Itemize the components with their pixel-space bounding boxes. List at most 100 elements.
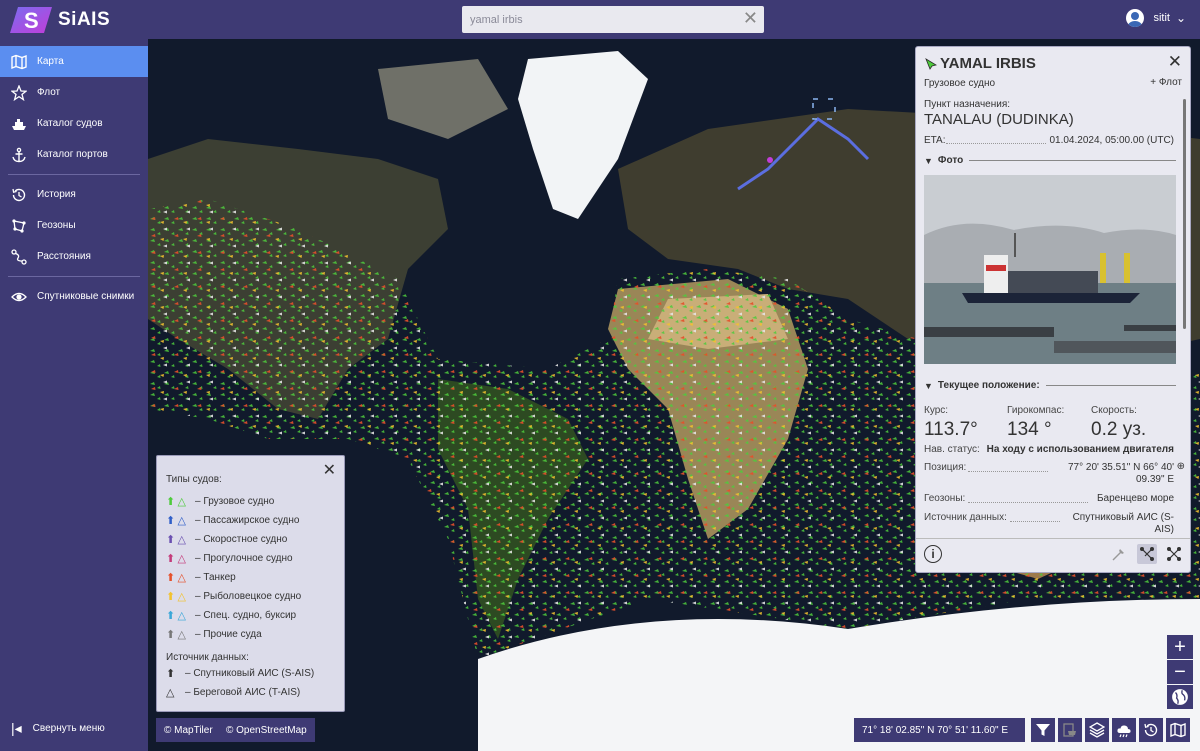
legend-label: – Рыболовецкое судно — [195, 590, 302, 602]
sidebar-item-label: Карта — [37, 56, 64, 67]
attribution-text: © OpenStreetMap — [226, 724, 307, 736]
vessel-photo[interactable] — [924, 175, 1176, 364]
legend-row: ⬆ △ – Пассажирское судно — [166, 513, 299, 527]
position-value-1: 77° 20' 35.51" N 66° 40' — [1068, 462, 1174, 473]
info-icon[interactable]: i — [924, 545, 942, 563]
destination-value: TANALAU (DUDINKA) — [924, 111, 1074, 128]
position-section-header[interactable]: ▼ Текущее положение: — [924, 380, 1176, 391]
track-points-icon — [1140, 547, 1154, 561]
sidebar-item-label: Расстояния — [37, 251, 91, 262]
app-name: SiAIS — [58, 8, 111, 30]
position-label: Позиция: — [924, 462, 967, 473]
sidebar-item-history[interactable]: История — [0, 179, 148, 210]
legend-label: – Спутниковый АИС (S-AIS) — [185, 667, 315, 679]
close-icon[interactable]: ✕ — [743, 8, 758, 29]
logo-icon: S — [10, 6, 52, 33]
user-name: sitit — [1153, 12, 1170, 24]
data-source-value-2: AIS) — [1154, 524, 1174, 535]
vessel-list-button[interactable] — [1058, 718, 1082, 742]
data-source-label: Источник данных: — [924, 512, 1007, 523]
history-icon — [12, 188, 26, 201]
legend-row: ⬆ △ – Скоростное судно — [166, 532, 287, 546]
chevron-down-icon: ⌄ — [1175, 11, 1186, 25]
sidebar-item-ship-catalog[interactable]: Каталог судов — [0, 108, 148, 139]
satellite-ais-icon: ⬆ — [166, 667, 176, 680]
avatar-icon — [1126, 9, 1145, 27]
legend-row: ⬆ △ – Рыболовецкое судно — [166, 589, 301, 603]
sidebar-item-geozones[interactable]: Геозоны — [0, 210, 148, 241]
user-menu[interactable]: sitit ⌄ — [1126, 9, 1186, 27]
show-track-button[interactable] — [1137, 544, 1157, 564]
route-button[interactable] — [1164, 544, 1184, 564]
highspeed-ship-icon: ⬆ △ — [166, 533, 186, 546]
history-button[interactable] — [1139, 718, 1163, 742]
tanker-icon: ⬆ △ — [166, 571, 186, 584]
geozone-value: Баренцево море — [1096, 493, 1174, 504]
sidebar-item-label: История — [37, 189, 76, 200]
divider — [8, 174, 140, 175]
speed-label: Скорость: — [1091, 405, 1137, 416]
sidebar-item-label: Флот — [37, 87, 61, 98]
crosshair-icon[interactable]: ⊕ — [1177, 461, 1185, 472]
vessel-type-legend: ✕ Типы судов: ⬆ △ – Грузовое судно ⬆ △ – П… — [156, 455, 345, 712]
close-icon[interactable]: ✕ — [323, 460, 336, 480]
collapse-menu-button[interactable]: |◂ Свернуть меню — [11, 720, 105, 737]
legend-label: – Скоростное судно — [195, 533, 288, 545]
track-point — [767, 157, 773, 163]
layers-button[interactable] — [1085, 718, 1109, 742]
section-title: Текущее положение: — [937, 380, 1040, 391]
vessel-info-panel: YAMAL IRBIS ✕ Грузовое судно + Флот Пунк… — [915, 46, 1191, 573]
legend-title: Типы судов: — [166, 474, 222, 485]
legend-label: – Прочие суда — [195, 628, 262, 640]
cursor-coordinates: 71° 18' 02.85" N 70° 51' 11.60" E — [854, 718, 1025, 742]
track-button[interactable] — [1109, 544, 1129, 564]
sidebar-item-fleet[interactable]: Флот — [0, 77, 148, 108]
geozone-icon — [12, 218, 26, 233]
chevron-down-icon: ▼ — [924, 380, 933, 391]
gyro-value: 134 ° — [1007, 419, 1052, 440]
legend-label: – Береговой АИС (T-AIS) — [185, 686, 301, 698]
geozone-label: Геозоны: — [924, 493, 966, 504]
sidebar-item-satellite[interactable]: Спутниковые снимки — [0, 281, 148, 312]
pleasure-ship-icon: ⬆ △ — [166, 552, 186, 565]
nav-status-label: Нав. статус: — [924, 444, 980, 455]
sidebar-item-map[interactable]: Карта — [0, 46, 148, 77]
history-icon — [1144, 723, 1158, 737]
app-logo[interactable]: S SiAIS — [10, 6, 111, 33]
tug-icon: ⬆ △ — [166, 609, 186, 622]
osm-attribution[interactable]: © OpenStreetMap — [218, 718, 315, 742]
sidebar-item-port-catalog[interactable]: Каталог портов — [0, 139, 148, 170]
legend-row: ⬆ △ – Спец. судно, буксир — [166, 608, 296, 622]
collapse-label: Свернуть меню — [32, 723, 105, 734]
filter-button[interactable] — [1031, 718, 1055, 742]
eye-icon — [11, 292, 27, 301]
panel-scrollbar[interactable] — [1183, 99, 1186, 329]
globe-button[interactable] — [1167, 685, 1193, 709]
weather-button[interactable] — [1112, 718, 1136, 742]
maptiler-attribution[interactable]: © MapTiler — [156, 718, 221, 742]
photo-section-header[interactable]: ▼ Фото — [924, 155, 1176, 166]
map-style-button[interactable] — [1166, 718, 1190, 742]
legend-row: △ – Береговой АИС (T-AIS) — [166, 685, 300, 699]
sidebar-item-label: Каталог портов — [37, 149, 108, 160]
filter-icon — [1036, 724, 1050, 736]
top-bar: S SiAIS ✕ sitit ⌄ — [0, 0, 1200, 39]
legend-row: ⬆ △ – Грузовое судно — [166, 494, 274, 508]
panel-footer: i — [916, 538, 1190, 572]
sidebar-item-distances[interactable]: Расстояния — [0, 241, 148, 272]
legend-label: – Пассажирское судно — [195, 514, 300, 526]
legend-label: – Танкер — [195, 571, 236, 583]
search-input[interactable] — [462, 6, 732, 33]
nav-status-value: На ходу с использованием двигателя — [986, 444, 1174, 455]
legend-label: – Грузовое судно — [195, 495, 275, 507]
dotted-leader — [968, 502, 1088, 503]
zoom-in-button[interactable]: + — [1167, 635, 1193, 659]
search-box[interactable]: ✕ — [462, 6, 764, 33]
route-pin-icon — [1112, 549, 1124, 561]
add-to-fleet-button[interactable]: + Флот — [1150, 77, 1182, 88]
close-icon[interactable]: ✕ — [1168, 52, 1182, 72]
legend-row: ⬆ △ – Прогулочное судно — [166, 551, 293, 565]
vessel-name: YAMAL IRBIS — [940, 55, 1036, 72]
passenger-ship-icon: ⬆ △ — [166, 514, 186, 527]
zoom-out-button[interactable]: − — [1167, 660, 1193, 684]
